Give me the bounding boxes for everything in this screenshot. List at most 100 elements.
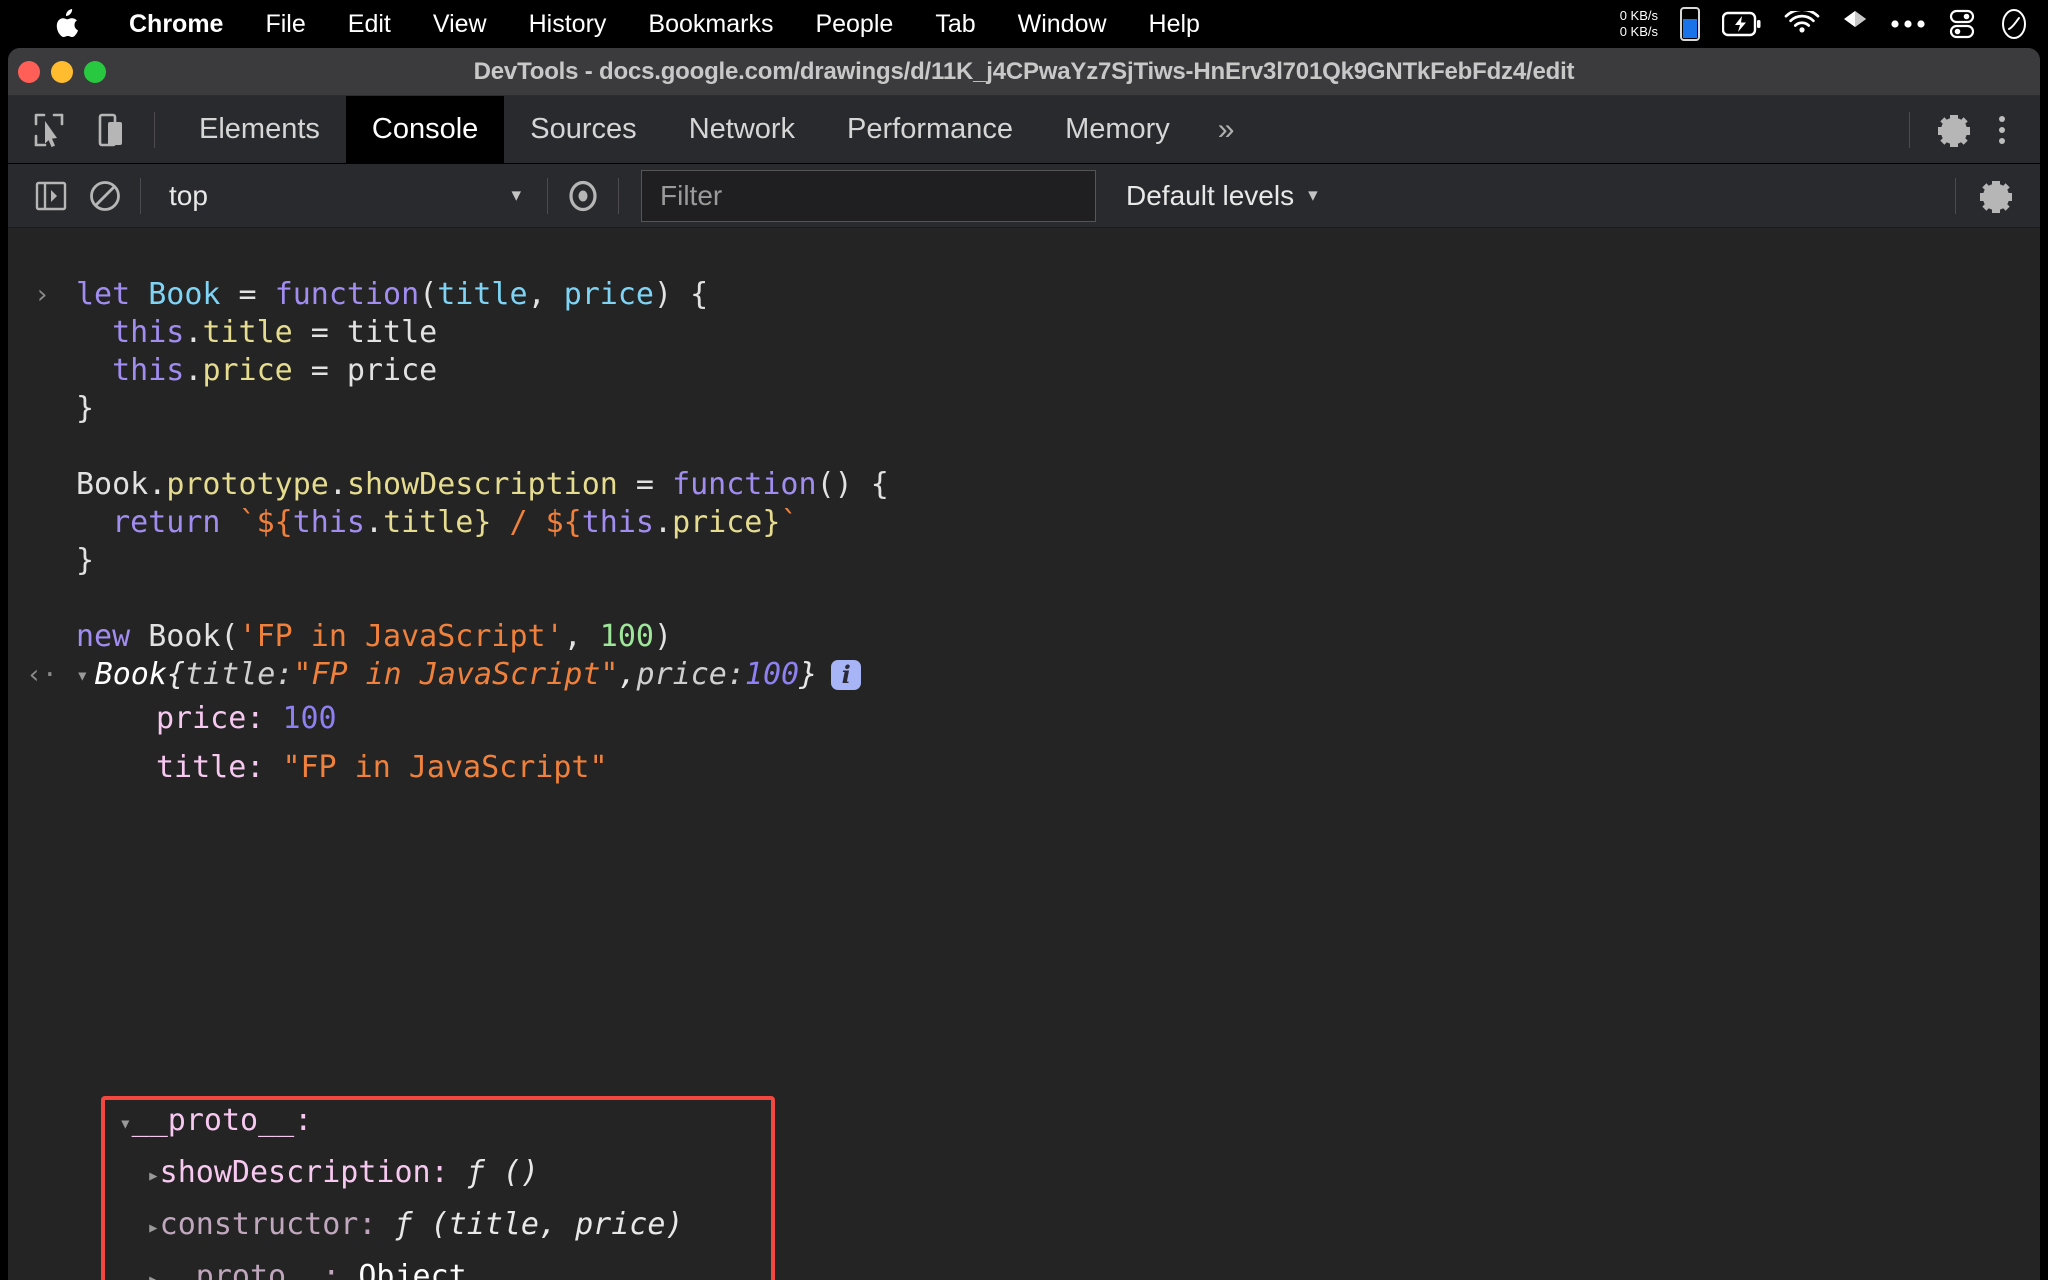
- disclosure-triangle-right-icon[interactable]: ▸: [147, 1163, 160, 1187]
- console-input-line[interactable]: Book.prototype.showDescription = functio…: [8, 466, 2040, 504]
- console-input-line[interactable]: [8, 580, 2040, 618]
- more-options-kebab-icon[interactable]: [1980, 104, 2024, 156]
- device-toolbar-icon[interactable]: [90, 107, 136, 153]
- console-log-levels-select[interactable]: Default levels ▾: [1126, 180, 1318, 212]
- disclosure-triangle-down-icon[interactable]: ▾: [76, 656, 89, 694]
- console-filter-input[interactable]: Filter: [641, 170, 1096, 222]
- menu-item-edit[interactable]: Edit: [327, 10, 412, 39]
- object-property-title-value: "FP in JavaScript": [282, 750, 607, 785]
- console-input-line[interactable]: }: [8, 390, 2040, 428]
- code-token: showDescription: [347, 467, 618, 502]
- devtools-tabs: Elements Console Sources Network Perform…: [173, 96, 1256, 164]
- console-result-object[interactable]: ▾Book {title: "FP in JavaScript", price:…: [76, 656, 861, 694]
- result-preview-key-title: title:: [185, 656, 293, 694]
- menu-item-window[interactable]: Window: [997, 10, 1128, 39]
- execution-context-value: top: [169, 180, 208, 212]
- console-settings-gear-icon[interactable]: [1970, 170, 2022, 222]
- apple-logo-icon[interactable]: [56, 9, 80, 39]
- code-token: this: [582, 505, 654, 540]
- console-input-line[interactable]: this.price = price: [8, 352, 2040, 390]
- more-tabs-chevron-icon[interactable]: »: [1196, 96, 1257, 164]
- code-token: .: [654, 505, 672, 540]
- code-token: function: [275, 277, 420, 312]
- console-input-code: }: [76, 542, 94, 580]
- tab-elements[interactable]: Elements: [173, 96, 346, 164]
- disclosure-triangle-right-icon[interactable]: ▸: [147, 1215, 160, 1239]
- console-output-panel[interactable]: ›let Book = function(title, price) { thi…: [8, 276, 2040, 1280]
- tab-memory[interactable]: Memory: [1039, 96, 1196, 164]
- menu-item-chrome[interactable]: Chrome: [108, 10, 244, 39]
- console-input-line[interactable]: new Book('FP in JavaScript', 100): [8, 618, 2040, 656]
- tabstrip-right-divider: [1909, 112, 1910, 148]
- code-token: return: [76, 505, 239, 540]
- menubar-status-area: 0 KB/s 0 KB/s: [1620, 0, 2030, 48]
- dropbox-icon[interactable]: [1842, 10, 1868, 38]
- code-token: () {: [817, 467, 889, 502]
- console-input-block: ›let Book = function(title, price) { thi…: [8, 276, 2040, 656]
- menu-item-file[interactable]: File: [244, 10, 326, 39]
- window-titlebar: DevTools - docs.google.com/drawings/d/11…: [8, 48, 2040, 96]
- object-property-price-key: price:: [156, 701, 264, 736]
- siri-icon[interactable]: [1998, 8, 2030, 40]
- console-result-line[interactable]: ‹· ▾Book {title: "FP in JavaScript", pri…: [8, 656, 2040, 694]
- code-token: }: [762, 505, 780, 540]
- proto-row-showdescription[interactable]: ▸showDescription: ƒ (): [101, 1148, 775, 1200]
- menu-item-bookmarks[interactable]: Bookmarks: [627, 10, 794, 39]
- console-input-line[interactable]: this.title = title: [8, 314, 2040, 352]
- execution-context-select[interactable]: top ▾: [149, 172, 539, 220]
- code-token: ) {: [654, 277, 708, 312]
- devtools-tabstrip: Elements Console Sources Network Perform…: [8, 96, 2040, 164]
- info-badge-icon[interactable]: i: [831, 660, 861, 690]
- inspect-element-icon[interactable]: [26, 107, 72, 153]
- code-token: 100: [600, 619, 654, 654]
- code-token: ): [654, 619, 672, 654]
- disclosure-triangle-down-icon[interactable]: ▾: [119, 1111, 132, 1135]
- console-input-code: }: [76, 390, 94, 428]
- object-property-price[interactable]: price: 100: [8, 694, 2040, 743]
- code-token: /: [491, 505, 545, 540]
- toolbar-divider: [154, 112, 155, 148]
- live-expression-icon[interactable]: [556, 169, 610, 223]
- tab-sources[interactable]: Sources: [504, 96, 662, 164]
- menu-item-help[interactable]: Help: [1128, 10, 1221, 39]
- proto-value-constructor: ƒ (title, price): [394, 1207, 683, 1242]
- clear-console-icon[interactable]: [78, 169, 132, 223]
- wifi-icon[interactable]: [1784, 11, 1820, 37]
- menu-item-history[interactable]: History: [508, 10, 628, 39]
- console-sidebar-icon[interactable]: [24, 169, 78, 223]
- object-property-title[interactable]: title: "FP in JavaScript": [8, 743, 2040, 792]
- devtools-window: DevTools - docs.google.com/drawings/d/11…: [8, 48, 2040, 1280]
- settings-gear-icon[interactable]: [1928, 104, 1980, 156]
- object-property-title-key: title:: [156, 750, 264, 785]
- network-speed-indicator[interactable]: 0 KB/s 0 KB/s: [1620, 8, 1658, 40]
- tab-performance[interactable]: Performance: [821, 96, 1039, 164]
- code-token: =: [618, 467, 672, 502]
- console-input-line[interactable]: ›let Book = function(title, price) {: [8, 276, 2040, 314]
- proto-key-showdescription: showDescription:: [160, 1155, 449, 1190]
- console-input-code: new Book('FP in JavaScript', 100): [76, 618, 672, 656]
- menu-item-people[interactable]: People: [794, 10, 914, 39]
- proto-row-constructor[interactable]: ▸constructor: ƒ (title, price): [101, 1200, 775, 1252]
- window-title: DevTools - docs.google.com/drawings/d/11…: [8, 58, 2040, 86]
- tab-network[interactable]: Network: [663, 96, 821, 164]
- proto-row-proto[interactable]: ▸__proto__: Object: [101, 1252, 775, 1280]
- proto-root-row[interactable]: ▾__proto__:: [101, 1096, 775, 1148]
- proto-key-proto: __proto__:: [160, 1259, 341, 1280]
- proto-value-showdescription: ƒ (): [467, 1155, 539, 1190]
- ellipsis-icon[interactable]: [1890, 18, 1926, 30]
- battery-level-icon[interactable]: [1680, 7, 1700, 41]
- console-input-line[interactable]: }: [8, 542, 2040, 580]
- code-token: =: [221, 277, 275, 312]
- code-token: .: [329, 467, 347, 502]
- console-log-levels-value: Default levels: [1126, 180, 1294, 212]
- console-input-line[interactable]: [8, 428, 2040, 466]
- code-token: .: [184, 315, 202, 350]
- menu-item-view[interactable]: View: [412, 10, 508, 39]
- menu-item-tab[interactable]: Tab: [914, 10, 996, 39]
- control-center-icon[interactable]: [1948, 9, 1976, 39]
- console-input-line[interactable]: return `${this.title} / ${this.price}`: [8, 504, 2040, 542]
- tab-console[interactable]: Console: [346, 96, 504, 164]
- disclosure-triangle-right-icon[interactable]: ▸: [147, 1267, 160, 1280]
- proto-key-constructor: constructor:: [160, 1207, 377, 1242]
- battery-charging-icon[interactable]: [1722, 11, 1762, 37]
